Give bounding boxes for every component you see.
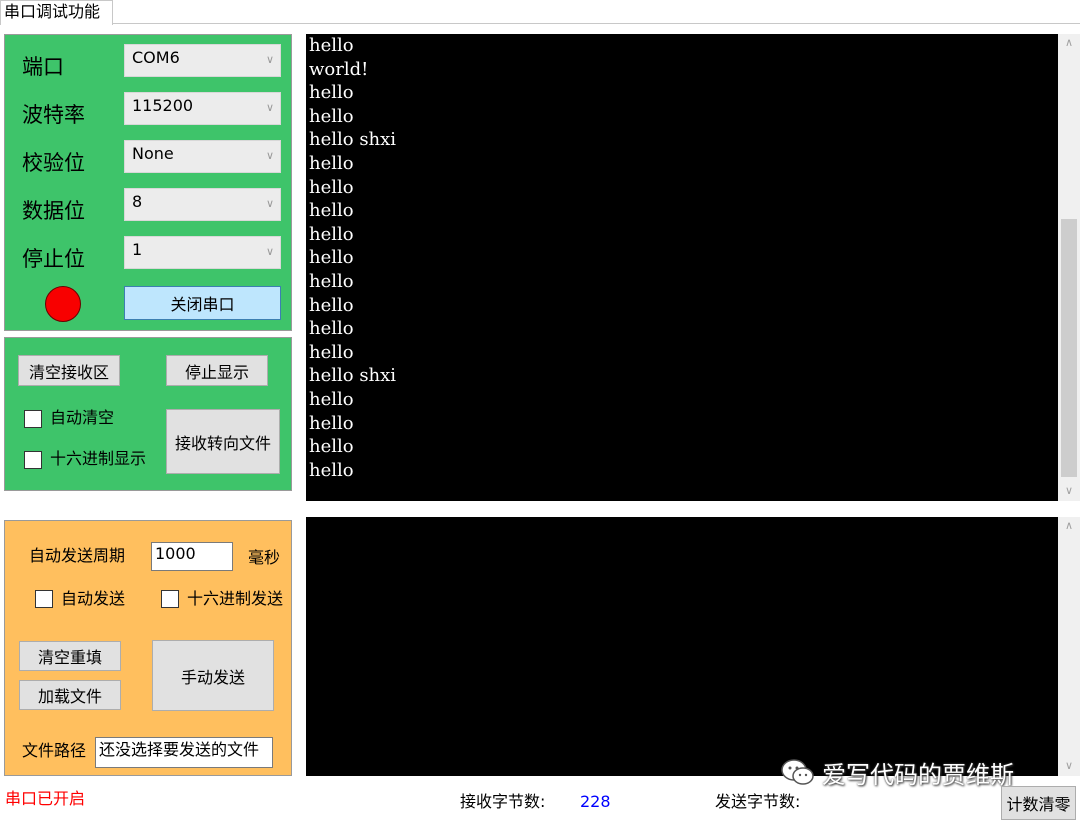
manual-send-button[interactable]: 手动发送	[152, 640, 274, 711]
chevron-down-icon: ∨	[265, 53, 274, 66]
databits-select-value: 8	[132, 192, 143, 211]
scroll-down-icon[interactable]: ∨	[1058, 759, 1080, 772]
hex-send-label: 十六进制发送	[187, 589, 283, 608]
receive-scrollbar[interactable]: ∧ ∨	[1058, 34, 1080, 501]
receive-line: hello shxi	[309, 129, 397, 151]
clear-receive-button[interactable]: 清空接收区	[18, 355, 120, 386]
parity-select[interactable]: None ∨	[124, 140, 281, 173]
receive-line: hello	[309, 200, 354, 222]
receive-line: hello	[309, 412, 354, 434]
auto-clear-checkbox[interactable]	[24, 410, 42, 428]
chevron-down-icon: ∨	[265, 149, 274, 162]
chevron-down-icon: ∨	[265, 245, 274, 258]
port-select[interactable]: COM6 ∨	[124, 44, 281, 77]
databits-select[interactable]: 8 ∨	[124, 188, 281, 221]
chevron-down-icon: ∨	[265, 101, 274, 114]
auto-clear-label: 自动清空	[50, 408, 115, 427]
scroll-thumb[interactable]	[1061, 219, 1077, 477]
reset-count-button[interactable]: 计数清零	[1001, 786, 1076, 820]
receive-line: hello	[309, 294, 354, 316]
sent-bytes-label: 发送字节数:	[715, 792, 801, 811]
receive-line: hello	[309, 35, 354, 56]
receive-line: hello	[309, 459, 354, 481]
hex-send-checkbox[interactable]	[161, 590, 179, 608]
load-file-button[interactable]: 加载文件	[19, 680, 121, 710]
wechat-icon	[781, 759, 814, 785]
receive-line: hello	[309, 388, 354, 410]
receive-line: hello	[309, 436, 354, 458]
send-period-unit: 毫秒	[248, 548, 281, 567]
stopbits-select-value: 1	[132, 240, 143, 259]
chevron-down-icon: ∨	[265, 197, 274, 210]
close-port-button[interactable]: 关闭串口	[124, 286, 281, 320]
send-period-label: 自动发送周期	[29, 546, 126, 565]
receive-line: hello	[309, 105, 354, 127]
redirect-to-file-button[interactable]: 接收转向文件	[166, 409, 280, 474]
send-scrollbar[interactable]: ∧ ∨	[1058, 517, 1080, 776]
receive-line: hello	[309, 270, 354, 292]
receive-line: hello	[309, 318, 354, 340]
parity-select-value: None	[132, 144, 174, 163]
receive-textarea[interactable]: hello world! hello hello hello shxi hello hell…	[306, 34, 1058, 501]
stop-display-button[interactable]: 停止显示	[166, 355, 268, 386]
port-status-indicator	[45, 286, 81, 322]
tab-strip	[0, 0, 1080, 24]
receive-line: world!	[309, 58, 369, 80]
send-period-input[interactable]: 1000	[151, 542, 233, 571]
auto-send-checkbox[interactable]	[35, 590, 53, 608]
receive-lines: hello world! hello hello hello shxi hello hell…	[309, 34, 1058, 482]
watermark: 爱写代码的贾维斯	[780, 754, 1050, 790]
clear-refill-button[interactable]: 清空重填	[19, 641, 121, 671]
baud-select-value: 115200	[132, 96, 194, 115]
auto-send-label: 自动发送	[61, 589, 126, 608]
port-label: 端口	[22, 55, 64, 79]
stopbits-label: 停止位	[22, 247, 85, 271]
baud-label: 波特率	[22, 103, 85, 127]
receive-line: hello	[309, 341, 354, 363]
received-bytes-value: 228	[580, 792, 611, 811]
receive-line: hello	[309, 247, 354, 269]
receive-line: hello	[309, 152, 354, 174]
receive-line: hello shxi	[309, 365, 397, 387]
file-path-label: 文件路径	[22, 741, 87, 760]
hex-display-checkbox[interactable]	[24, 451, 42, 469]
tab-serial-debug[interactable]: 串口调试功能	[0, 0, 113, 25]
scroll-up-icon[interactable]: ∧	[1058, 36, 1080, 49]
scroll-up-icon[interactable]: ∧	[1058, 519, 1080, 532]
databits-label: 数据位	[22, 199, 85, 223]
stopbits-select[interactable]: 1 ∨	[124, 236, 281, 269]
receive-line: hello	[309, 223, 354, 245]
port-select-value: COM6	[132, 48, 180, 67]
parity-label: 校验位	[22, 151, 85, 175]
hex-display-label: 十六进制显示	[50, 449, 147, 468]
file-path-input[interactable]: 还没选择要发送的文件	[95, 737, 273, 768]
watermark-text: 爱写代码的贾维斯	[822, 760, 1014, 789]
send-textarea[interactable]	[306, 517, 1058, 776]
scroll-down-icon[interactable]: ∨	[1058, 484, 1080, 497]
receive-line: hello	[309, 82, 354, 104]
port-status-text: 串口已开启	[5, 789, 86, 808]
receive-line: hello	[309, 176, 354, 198]
baud-select[interactable]: 115200 ∨	[124, 92, 281, 125]
received-bytes-label: 接收字节数:	[460, 792, 546, 811]
